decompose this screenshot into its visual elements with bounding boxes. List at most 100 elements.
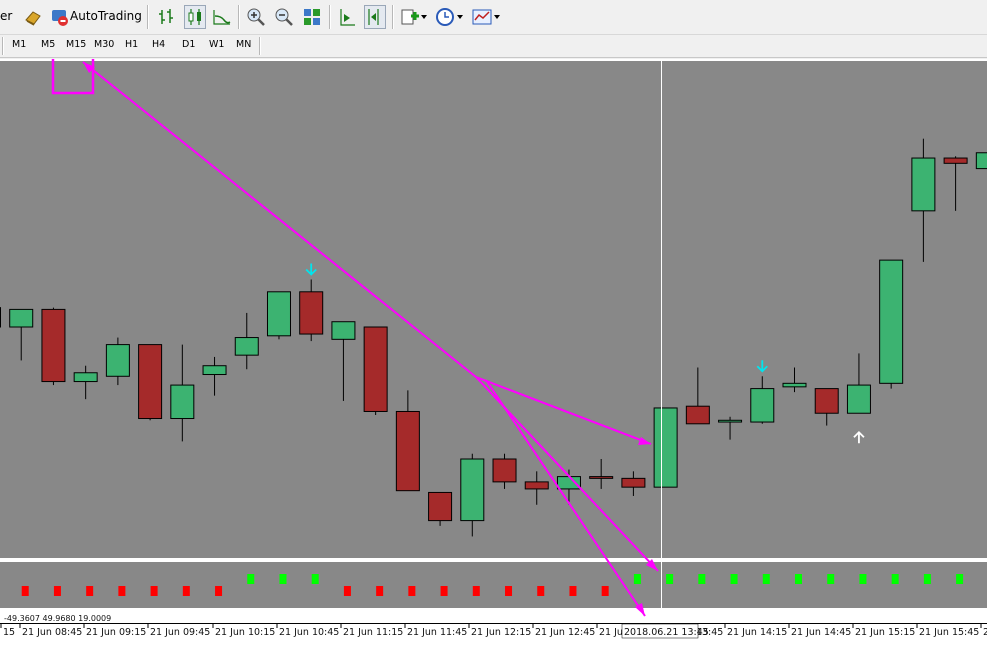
indicator-red-bar — [537, 586, 545, 596]
timeframe-mn[interactable]: MN — [236, 39, 251, 50]
bullish-candle-body — [782, 382, 807, 388]
indicator-red-bar — [21, 586, 29, 596]
indicator-green-bar — [923, 574, 931, 584]
templates-icon[interactable] — [471, 6, 493, 28]
time-tick-label: 21 Jun 12:15 — [471, 627, 531, 638]
indicator-red-bar — [86, 586, 94, 596]
time-tick-label: 21 Jun 14:45 — [791, 627, 851, 638]
time-tick-label: 21 Jun 10:15 — [215, 627, 275, 638]
indicator-red-bar — [215, 586, 223, 596]
timeframe-m15[interactable]: M15 — [66, 39, 86, 50]
tile-windows-icon[interactable] — [301, 6, 323, 28]
time-tick-label: 21 Jun 10:45 — [279, 627, 339, 638]
indicator-green-bar — [795, 574, 802, 584]
bullish-candle-body — [653, 407, 678, 488]
chevron-down-icon[interactable] — [457, 15, 463, 19]
bullish-candle-body — [718, 419, 743, 423]
candle[interactable] — [41, 307, 66, 386]
indicator-red-bar — [118, 586, 126, 596]
candle[interactable] — [653, 407, 678, 488]
bullish-candle-body — [266, 291, 291, 337]
indicator-red-bar — [440, 586, 448, 596]
bar-chart-icon[interactable] — [156, 6, 178, 28]
bullish-candle-body — [879, 259, 904, 384]
bullish-candle-body — [73, 372, 98, 383]
indicator-red-bar — [376, 586, 384, 596]
autotrading-icon — [52, 10, 68, 26]
indicator-red-bar — [472, 586, 480, 596]
bearish-candle-body — [428, 491, 453, 522]
bearish-candle-body — [589, 476, 614, 479]
time-tick-label: 21 — [983, 627, 987, 638]
candle[interactable] — [363, 326, 388, 415]
indicator-green-bar — [633, 574, 641, 584]
toolbar-separator — [329, 5, 331, 29]
indicator-red-bar — [601, 586, 609, 596]
toolbar-separator — [147, 5, 149, 29]
indicator-green-bar — [311, 574, 319, 584]
indicator-red-bar — [53, 586, 61, 596]
bullish-candle-body — [556, 476, 581, 490]
indicator-red-bar — [182, 586, 190, 596]
candle[interactable] — [266, 291, 291, 340]
indicator-green-bar — [279, 574, 287, 584]
autotrading-button[interactable]: AutoTrading — [48, 4, 142, 30]
timeframe-h4[interactable]: H4 — [152, 39, 165, 50]
bullish-candle-body — [105, 344, 130, 377]
bearish-candle-body — [299, 291, 324, 335]
toolbar-separator — [259, 37, 261, 55]
zoom-out-icon[interactable] — [273, 6, 295, 28]
indicator-red-bar — [569, 586, 577, 596]
indicator-green-bar — [827, 574, 835, 584]
timeframe-h1[interactable]: H1 — [125, 39, 138, 50]
toolbar-cut-label[interactable]: er — [0, 9, 12, 23]
candle[interactable] — [138, 344, 163, 421]
indicator-red-bar — [505, 586, 513, 596]
toolbar-grip — [2, 37, 4, 55]
autotrading-label: AutoTrading — [70, 9, 142, 23]
periodicity-clock-icon[interactable] — [434, 6, 456, 28]
timeframe-w1[interactable]: W1 — [209, 39, 224, 50]
time-tick-label: 15 — [3, 627, 15, 638]
crosshair-time-label: 2018.06.21 13:45 — [624, 627, 709, 638]
indicator-subwindow[interactable] — [0, 562, 987, 608]
bearish-candle-body — [0, 307, 1, 328]
bearish-candle-body — [621, 477, 646, 488]
candle[interactable] — [428, 491, 453, 526]
bullish-candle-body — [9, 308, 34, 328]
autoscroll-icon[interactable] — [364, 6, 386, 28]
time-tick-label: 21 Jun 09:45 — [150, 627, 210, 638]
time-tick-label: 21 Jun 14:15 — [727, 627, 787, 638]
indicator-green-bar — [730, 574, 738, 584]
indicator-green-bar — [762, 574, 770, 584]
indicator-green-bar — [956, 574, 964, 584]
price-chart[interactable]: -49.3607 49.9680 19.0009 15 21 Jun 08:45 2… — [0, 59, 987, 669]
indicators-icon[interactable] — [399, 6, 421, 28]
toolbar-separator — [238, 5, 240, 29]
time-tick-label: 21 Jun 09:15 — [86, 627, 146, 638]
timeframe-d1[interactable]: D1 — [182, 39, 195, 50]
timeframe-m1[interactable]: M1 — [12, 39, 26, 50]
chevron-down-icon[interactable] — [421, 15, 427, 19]
expert-advisor-icon[interactable] — [22, 6, 44, 28]
indicator-red-bar — [408, 586, 416, 596]
bullish-candle-body — [170, 384, 195, 420]
line-chart-icon[interactable] — [211, 6, 233, 28]
time-tick-label: 21 Jun 08:45 — [22, 627, 82, 638]
bullish-candle-body — [331, 321, 356, 340]
bullish-candle-body — [750, 388, 775, 423]
zoom-in-icon[interactable] — [245, 6, 267, 28]
time-tick-label: 21 Jun 12:45 — [535, 627, 595, 638]
candlestick-chart-icon[interactable] — [184, 6, 206, 28]
candle[interactable] — [879, 259, 904, 389]
indicator-red-bar — [150, 586, 158, 596]
bearish-candle-body — [395, 410, 420, 492]
time-tick-label: 21 Jun 15:15 — [855, 627, 915, 638]
chart-window[interactable]: -49.3607 49.9680 19.0009 15 21 Jun 08:45 2… — [0, 59, 987, 669]
chevron-down-icon[interactable] — [494, 15, 500, 19]
chart-shift-icon[interactable] — [336, 6, 358, 28]
time-tick-label: 21 Jun 11:45 — [407, 627, 467, 638]
main-chart-pane[interactable] — [0, 61, 987, 558]
timeframe-m30[interactable]: M30 — [94, 39, 114, 50]
timeframe-m5[interactable]: M5 — [41, 39, 55, 50]
